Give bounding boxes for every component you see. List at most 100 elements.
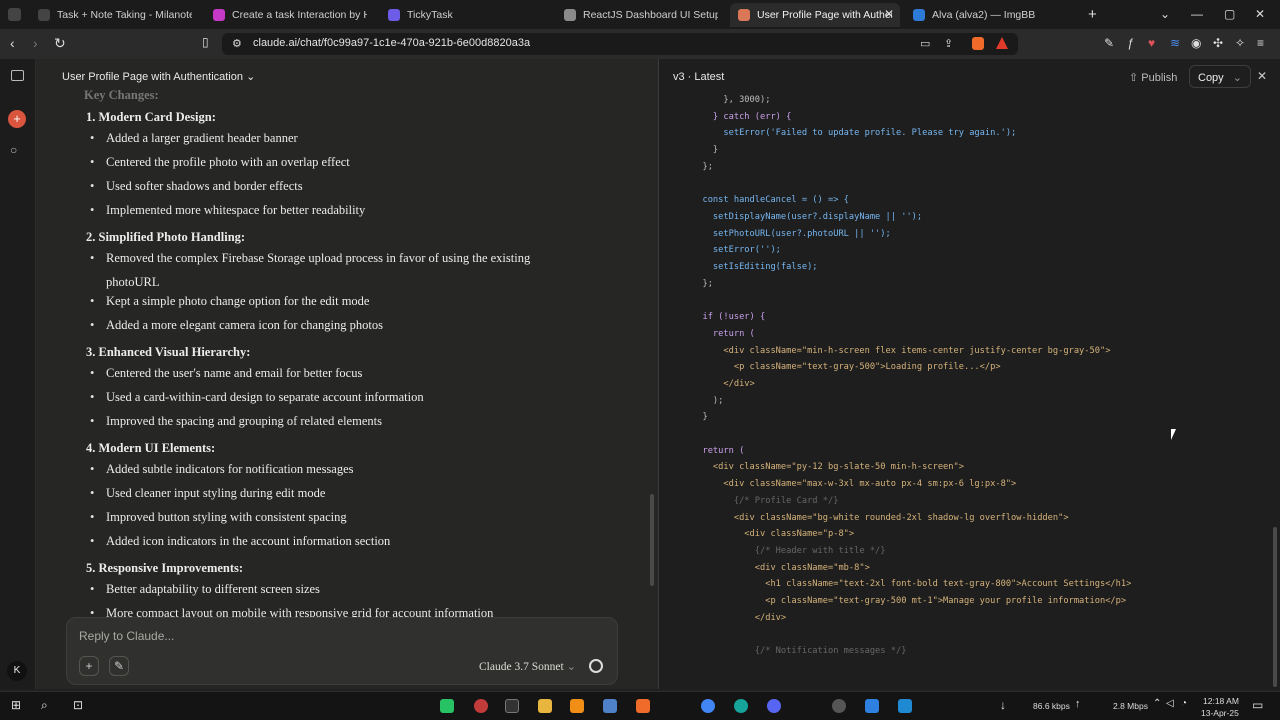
vscode-icon[interactable] <box>898 699 912 713</box>
start-icon[interactable]: ⊞ <box>11 698 21 712</box>
chat-title[interactable]: User Profile Page with Authentication ⌄ <box>62 70 255 83</box>
brave-shield-icon[interactable] <box>972 37 984 50</box>
new-tab-icon[interactable]: + <box>1088 6 1097 23</box>
tab-favicon-icon <box>564 9 576 21</box>
maximize-icon[interactable]: ▢ <box>1224 7 1235 21</box>
tab-4[interactable]: User Profile Page with Authentic ✕ <box>730 3 900 27</box>
code-scrollbar[interactable] <box>1273 527 1277 687</box>
artifact-version[interactable]: v3 · Latest <box>673 71 724 83</box>
avatar[interactable]: K <box>7 661 27 681</box>
tab-1[interactable]: Create a task Interaction by Happy ... <box>205 3 375 27</box>
forward-icon[interactable]: › <box>33 35 38 51</box>
tray-chevron-icon[interactable]: ⌃ <box>1153 698 1161 709</box>
wifi-icon[interactable]: ◔ <box>1181 698 1187 709</box>
reply-input[interactable]: Reply to Claude... <box>79 629 174 643</box>
formula-icon[interactable]: ƒ <box>1127 36 1134 50</box>
search-icon[interactable]: ⌕ <box>41 698 48 713</box>
code-line: <p className="text-gray-500">Loading pro… <box>692 362 1001 373</box>
puzzle-icon[interactable]: ✣ <box>1213 36 1223 50</box>
code-line: {/* Profile Card */} <box>692 495 839 506</box>
site-info-icon[interactable]: ⚙ <box>232 37 242 50</box>
discord-icon[interactable] <box>767 699 781 713</box>
search-chats-icon[interactable]: ○ <box>10 143 17 157</box>
tab-list-icon[interactable]: ⌄ <box>1160 7 1170 21</box>
notifications-icon[interactable]: ▭ <box>1252 698 1263 712</box>
clock-time[interactable]: 12:18 AM <box>1203 696 1239 706</box>
close-tab-icon[interactable]: ✕ <box>884 7 894 21</box>
share-icon[interactable]: ⇪ <box>944 37 953 50</box>
tab-5[interactable]: Alva (alva2) — ImgBB <box>905 3 1075 27</box>
app-blue-check-icon[interactable] <box>865 699 879 713</box>
composer[interactable]: Reply to Claude... + ✎ Claude 3.7 Sonnet… <box>66 617 618 685</box>
app-menu-icon[interactable] <box>8 8 21 21</box>
code-line: {/* Header with title */} <box>692 545 886 556</box>
tab-title: Task + Note Taking - Milanote <box>57 9 192 21</box>
reload-icon[interactable]: ↻ <box>54 35 66 52</box>
heart-icon[interactable]: ♥ <box>1148 36 1155 50</box>
app-chrome-dev-icon[interactable] <box>474 699 488 713</box>
vlc-icon[interactable] <box>570 699 584 713</box>
list-item-heading: 4. Modern UI Elements: <box>86 441 216 455</box>
obs-icon[interactable] <box>832 699 846 713</box>
back-icon[interactable]: ‹ <box>10 35 15 51</box>
terminal-icon[interactable] <box>505 699 519 713</box>
close-window-icon[interactable]: ✕ <box>1255 7 1265 21</box>
code-line: <div className="max-w-3xl mx-auto px-4 s… <box>692 479 1017 490</box>
tab-3[interactable]: ReactJS Dashboard UI Setup <box>556 3 726 27</box>
network-speed: 86.6 kbps <box>1033 701 1070 711</box>
cast-icon[interactable]: ▭ <box>920 37 930 50</box>
brave-rewards-icon[interactable] <box>996 37 1008 49</box>
scrollbar[interactable] <box>650 494 654 586</box>
minimize-icon[interactable]: — <box>1191 7 1203 21</box>
close-artifact-icon[interactable]: ✕ <box>1257 69 1267 83</box>
tab-favicon-icon <box>738 9 750 21</box>
copy-button[interactable]: Copy ⌄ <box>1189 65 1251 88</box>
list-bullet: Removed the complex Firebase Storage upl… <box>90 248 530 268</box>
upload-speed: 2.8 Mbps <box>1113 701 1148 711</box>
app-teal-icon[interactable] <box>734 699 748 713</box>
brave-icon[interactable] <box>636 699 650 713</box>
sidebar-toggle-icon[interactable] <box>11 70 24 81</box>
menu-icon[interactable]: ≡ <box>1257 36 1264 50</box>
omnibox[interactable]: ⚙ claude.ai/chat/f0c99a97-1c1e-470a-921b… <box>222 33 1018 55</box>
code-line: <div className="mb-8"> <box>692 562 870 573</box>
list-bullet: Used a card-within-card design to separa… <box>90 387 424 407</box>
app-monitor-icon[interactable] <box>603 699 617 713</box>
new-chat-icon[interactable]: + <box>8 110 26 128</box>
code-viewer[interactable]: }, 3000); } catch (err) { setError('Fail… <box>659 89 1273 689</box>
list-item-heading: 2. Simplified Photo Handling: <box>86 230 246 244</box>
tab-strip: Task + Note Taking - Milanote Create a ta… <box>0 0 1280 29</box>
list-bullet: Kept a simple photo change option for th… <box>90 291 370 311</box>
list-bullet: Used softer shadows and border effects <box>90 176 303 196</box>
record-icon[interactable] <box>589 659 603 673</box>
list-bullet: Added subtle indicators for notification… <box>90 459 353 479</box>
list-item-heading: 1. Modern Card Design: <box>86 110 216 124</box>
download-icon[interactable]: ↓ <box>1000 698 1006 712</box>
code-line: {/* Notification messages */} <box>692 646 907 657</box>
pen-icon[interactable]: ✎ <box>1104 36 1114 50</box>
bookmark-icon[interactable]: ▯ <box>202 35 209 49</box>
code-line: </div> <box>692 612 787 623</box>
star-extension-icon[interactable]: ✧ <box>1235 36 1245 50</box>
task-view-icon[interactable]: ⊡ <box>73 698 83 712</box>
app-green-icon[interactable] <box>440 699 454 713</box>
list-bullet: Better adaptability to different screen … <box>90 579 320 599</box>
tab-favicon-icon <box>38 9 50 21</box>
tab-2[interactable]: TickyTask <box>380 3 550 27</box>
chrome-icon[interactable] <box>701 699 715 713</box>
model-selector[interactable]: Claude 3.7 Sonnet ⌄ <box>479 659 576 673</box>
volume-icon[interactable]: ◁ <box>1166 698 1174 709</box>
add-attachment-icon[interactable]: + <box>79 656 99 676</box>
extension-icon[interactable]: ◉ <box>1191 36 1201 50</box>
tab-0[interactable]: Task + Note Taking - Milanote <box>30 3 200 27</box>
tab-title: Alva (alva2) — ImgBB <box>932 9 1036 21</box>
clock-date[interactable]: 13-Apr-25 <box>1201 708 1239 718</box>
publish-button[interactable]: ⇧ Publish <box>1129 71 1177 84</box>
list-bullet: Implemented more whitespace for better r… <box>90 200 365 220</box>
tools-icon[interactable]: ✎ <box>109 656 129 676</box>
file-explorer-icon[interactable] <box>538 699 552 713</box>
code-line: <div className="p-8"> <box>692 529 855 540</box>
extension-blue-icon[interactable]: ≋ <box>1170 36 1180 50</box>
url-text[interactable]: claude.ai/chat/f0c99a97-1c1e-470a-921b-6… <box>253 37 530 49</box>
code-line: <div className="py-12 bg-slate-50 min-h-… <box>692 462 964 473</box>
